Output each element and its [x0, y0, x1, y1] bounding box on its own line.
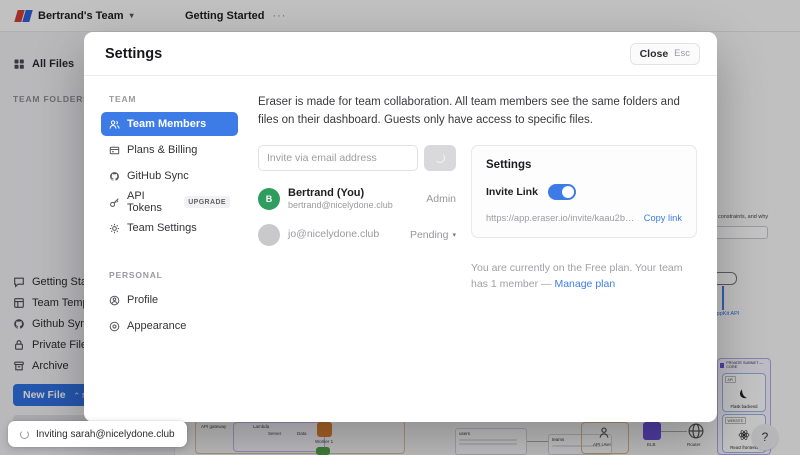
spinner-icon [435, 152, 445, 163]
app-root: Bertrand's Team ▾ Getting Started ··· Al… [0, 0, 800, 455]
plan-note: You are currently on the Free plan. Your… [471, 261, 683, 290]
nav-personal-label: PERSONAL [109, 270, 163, 280]
esc-shortcut: Esc [674, 48, 690, 59]
copy-link-button[interactable]: Copy link [644, 213, 682, 223]
settings-column: Settings Invite Link https://app.eraser.… [471, 144, 697, 293]
profile-icon [109, 295, 120, 306]
manage-plan-link[interactable]: Manage plan [554, 278, 615, 290]
settings-modal: Settings Close Esc TEAM Team Members Pla… [84, 32, 717, 422]
member-email: jo@nicelydone.club [288, 228, 380, 241]
member-row-jo: jo@nicelydone.club Pending ▾ [258, 224, 456, 247]
send-invite-button[interactable] [424, 144, 456, 171]
spinner-icon [20, 429, 29, 439]
chevron-down-icon: ▾ [452, 232, 456, 240]
modal-title: Settings [105, 45, 163, 62]
member-role-dropdown[interactable]: Pending ▾ [410, 229, 456, 241]
invite-row [258, 144, 456, 171]
modal-body: TEAM Team Members Plans & Billing GitHub… [84, 76, 717, 422]
upgrade-badge: UPGRADE [184, 196, 230, 208]
member-row-bertrand: B Bertrand (You) bertrand@nicelydone.clu… [258, 187, 456, 212]
invite-settings-card: Settings Invite Link https://app.eraser.… [471, 144, 697, 238]
users-icon [109, 119, 120, 130]
panel-description: Eraser is made for team collaboration. A… [258, 96, 680, 126]
member-name: Bertrand (You) [288, 186, 365, 199]
nav-item-team-settings[interactable]: Team Settings [101, 216, 238, 240]
invite-email-input[interactable] [258, 144, 418, 171]
card-title: Settings [486, 158, 532, 171]
key-icon [109, 197, 120, 208]
member-email: bertrand@nicelydone.club [288, 200, 393, 211]
avatar [258, 224, 280, 247]
nav-team-label: TEAM [109, 94, 137, 104]
nav-item-plans-billing[interactable]: Plans & Billing [101, 138, 238, 162]
invite-link-label: Invite Link [486, 185, 538, 198]
nav-item-profile[interactable]: Profile [101, 288, 238, 312]
settings-nav: TEAM Team Members Plans & Billing GitHub… [101, 94, 238, 422]
toast-message: Inviting sarah@nicelydone.club [36, 428, 175, 440]
appearance-icon [109, 321, 120, 332]
modal-header: Settings Close Esc [84, 32, 717, 76]
nav-item-team-members[interactable]: Team Members [101, 112, 238, 136]
inviting-toast: Inviting sarah@nicelydone.club [8, 421, 187, 447]
members-column: B Bertrand (You) bertrand@nicelydone.clu… [258, 144, 456, 293]
nav-item-api-tokens[interactable]: API Tokens UPGRADE [101, 190, 238, 214]
invite-link-toggle[interactable] [547, 183, 576, 200]
close-button[interactable]: Close Esc [629, 42, 700, 65]
nav-item-github-sync[interactable]: GitHub Sync [101, 164, 238, 188]
gear-icon [109, 223, 120, 234]
billing-card-icon [109, 145, 120, 156]
github-icon [109, 171, 120, 182]
avatar: B [258, 188, 280, 211]
team-members-panel: Eraser is made for team collaboration. A… [258, 94, 697, 422]
member-role: Admin [426, 193, 456, 206]
invite-url: https://app.eraser.io/invite/kaau2b5HHd4… [486, 212, 638, 223]
nav-item-appearance[interactable]: Appearance [101, 314, 238, 338]
member-list: B Bertrand (You) bertrand@nicelydone.clu… [258, 187, 456, 247]
